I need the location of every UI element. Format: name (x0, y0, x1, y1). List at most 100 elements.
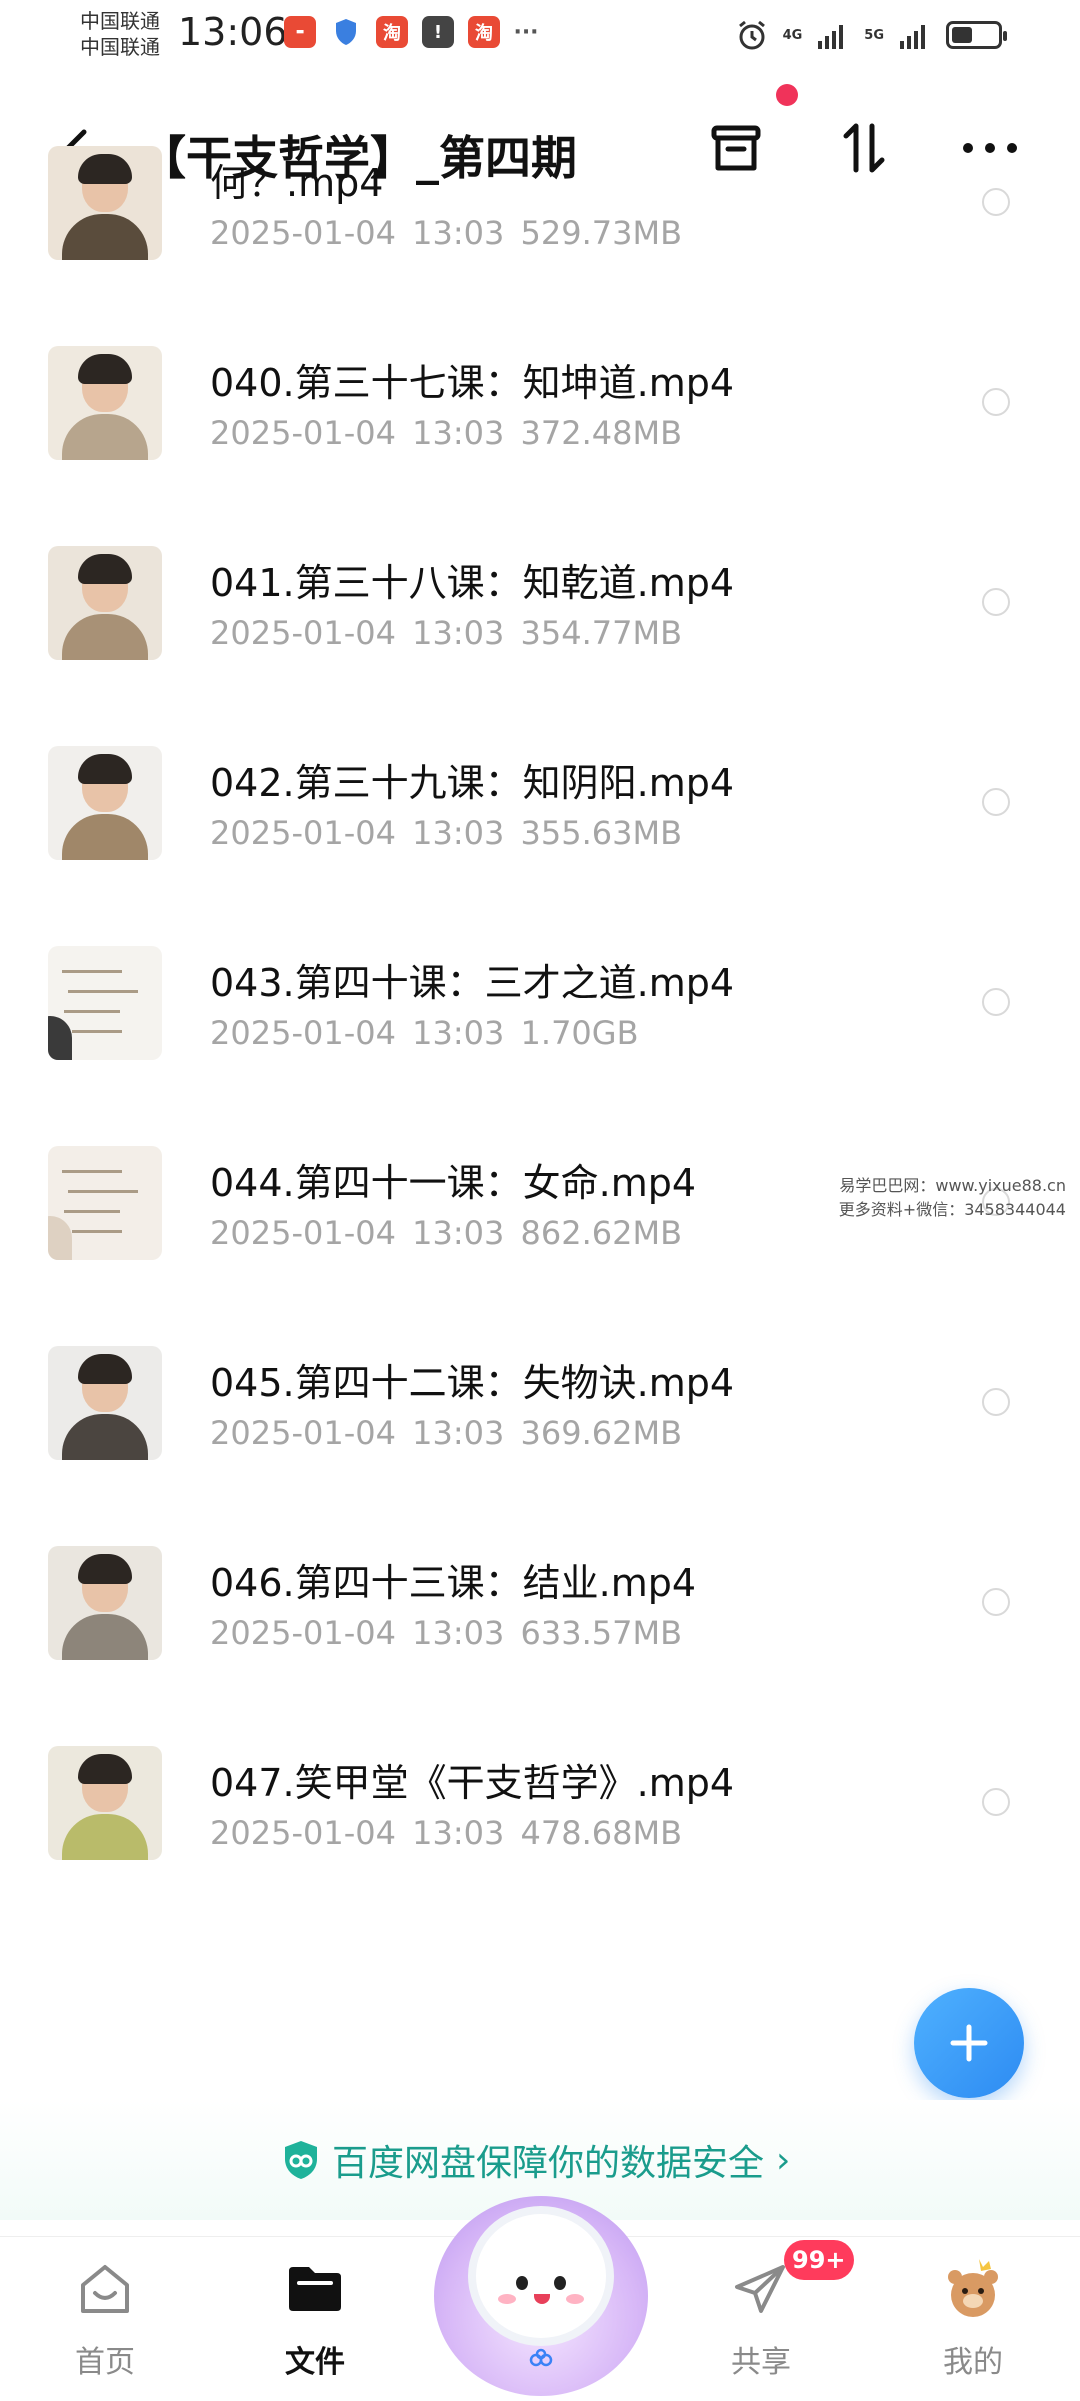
file-date: 2025-01-04 (210, 414, 396, 452)
watermark-line-2: 更多资料+微信：3458344044 (838, 1200, 1066, 1219)
file-time: 13:03 (412, 214, 505, 252)
signal-icon (900, 25, 925, 49)
file-meta: 2025-01-04 13:03 355.63MB (210, 814, 682, 852)
presenter-hair (78, 1754, 132, 1784)
select-checkbox[interactable] (982, 988, 1010, 1016)
file-size: 354.77MB (520, 614, 683, 652)
battery-level (952, 27, 972, 43)
file-time: 13:03 (412, 1214, 505, 1252)
file-date: 2025-01-04 (210, 614, 396, 652)
file-time: 13:03 (412, 1414, 505, 1452)
presenter-body (62, 214, 148, 260)
watermark-line-1: 易学巴巴网：www.yixue88.cn (839, 1176, 1066, 1195)
file-meta: 2025-01-04 13:03 862.62MB (210, 1214, 682, 1252)
more-notifications-icon: ··· (513, 19, 539, 45)
file-size: 529.73MB (520, 214, 683, 252)
watermark: 易学巴巴网：www.yixue88.cn 更多资料+微信：3458344044 (839, 1174, 1066, 1222)
file-date: 2025-01-04 (210, 1814, 396, 1852)
file-size: 862.62MB (520, 1214, 683, 1252)
presenter-body (62, 414, 148, 460)
file-time: 13:03 (412, 414, 505, 452)
presenter-hair (78, 1354, 132, 1384)
select-checkbox[interactable] (982, 588, 1010, 616)
board-writing (64, 1010, 120, 1013)
file-meta: 2025-01-04 13:03 354.77MB (210, 614, 682, 652)
board-writing (72, 1030, 122, 1033)
nav-files[interactable]: 文件 (240, 2257, 390, 2381)
nav-mine[interactable]: 我的 (898, 2257, 1048, 2381)
presenter-body (62, 1814, 148, 1860)
file-meta: 2025-01-04 13:03 529.73MB (210, 214, 682, 252)
taobao-icon: 淘 (468, 16, 500, 48)
presenter-hair (78, 754, 132, 784)
assistant-eye (554, 2276, 566, 2290)
assistant-eye (516, 2276, 528, 2290)
home-icon (73, 2257, 137, 2321)
carrier-labels: 中国联通 中国联通 (80, 8, 160, 60)
file-date: 2025-01-04 (210, 1214, 396, 1252)
video-thumbnail (48, 946, 162, 1060)
presenter-silhouette (48, 1216, 72, 1260)
system-icons: 4G 5G (735, 18, 1007, 52)
assistant-cheek (566, 2294, 584, 2304)
file-row[interactable]: 043.第四十课：三才之道.mp4 2025-01-04 13:03 1.70GB (0, 900, 1080, 1080)
presenter-body (62, 1414, 148, 1460)
file-time: 13:03 (412, 1014, 505, 1052)
file-row[interactable]: 何？.mp4 2025-01-04 13:03 529.73MB (0, 100, 1080, 280)
taobao-icon: 淘 (376, 16, 408, 48)
file-date: 2025-01-04 (210, 1014, 396, 1052)
chevron-right-icon: › (776, 2139, 791, 2181)
file-name: 040.第三十七课：知坤道.mp4 (210, 361, 735, 405)
video-thumbnail (48, 1346, 162, 1460)
file-time: 13:03 (412, 1814, 505, 1852)
file-meta: 2025-01-04 13:03 478.68MB (210, 1814, 682, 1852)
file-row[interactable]: 046.第四十三课：结业.mp4 2025-01-04 13:03 633.57M… (0, 1500, 1080, 1680)
clock: 13:06 (178, 10, 288, 54)
file-size: 1.70GB (520, 1014, 639, 1052)
signal-icon (818, 25, 844, 49)
nav-home[interactable]: 首页 (30, 2257, 180, 2381)
presenter-hair (78, 1554, 132, 1584)
select-checkbox[interactable] (982, 388, 1010, 416)
security-shield-icon (285, 2141, 317, 2179)
carrier-2: 中国联通 (80, 35, 160, 59)
file-name: 041.第三十八课：知乾道.mp4 (210, 561, 735, 605)
file-name: 042.第三十九课：知阴阳.mp4 (210, 761, 735, 805)
nav-mine-label: 我的 (943, 2345, 1003, 2380)
select-checkbox[interactable] (982, 1588, 1010, 1616)
file-name: 045.第四十二课：失物诀.mp4 (210, 1361, 735, 1405)
file-date: 2025-01-04 (210, 1614, 396, 1652)
paper-plane-icon (729, 2257, 793, 2321)
file-name: 046.第四十三课：结业.mp4 (210, 1561, 697, 1605)
file-meta: 2025-01-04 13:03 369.62MB (210, 1414, 682, 1452)
app-notification-icon: ▬ (284, 16, 316, 48)
nav-home-label: 首页 (75, 2345, 135, 2380)
file-row[interactable]: 040.第三十七课：知坤道.mp4 2025-01-04 13:03 372.48… (0, 300, 1080, 480)
presenter-hair (78, 554, 132, 584)
presenter-body (62, 614, 148, 660)
assistant-mouth (534, 2294, 550, 2304)
ai-assistant-button[interactable] (424, 2176, 658, 2400)
file-row[interactable]: 047.笑甲堂《干支哲学》.mp4 2025-01-04 13:03 478.68… (0, 1700, 1080, 1880)
file-row[interactable]: 041.第三十八课：知乾道.mp4 2025-01-04 13:03 354.77… (0, 500, 1080, 680)
add-button[interactable] (914, 1988, 1024, 2098)
select-checkbox[interactable] (982, 1388, 1010, 1416)
presenter-silhouette (48, 1016, 72, 1060)
status-bar: 中国联通 中国联通 13:06 ▬ 淘 ! 淘 ··· 4G 5G (0, 0, 1080, 80)
select-checkbox[interactable] (982, 1788, 1010, 1816)
board-writing (62, 1170, 122, 1173)
file-row[interactable]: 045.第四十二课：失物诀.mp4 2025-01-04 13:03 369.62… (0, 1300, 1080, 1480)
board-writing (68, 990, 138, 993)
file-time: 13:03 (412, 814, 505, 852)
file-date: 2025-01-04 (210, 814, 396, 852)
select-checkbox[interactable] (982, 788, 1010, 816)
file-row[interactable]: 042.第三十九课：知阴阳.mp4 2025-01-04 13:03 355.63… (0, 700, 1080, 880)
video-thumbnail (48, 1146, 162, 1260)
carrier-1: 中国联通 (80, 9, 160, 33)
folder-icon (283, 2257, 347, 2321)
presenter-hair (78, 354, 132, 384)
network-label-2: 5G (864, 27, 884, 43)
select-checkbox[interactable] (982, 188, 1010, 216)
video-thumbnail (48, 746, 162, 860)
assistant-cheek (498, 2294, 516, 2304)
